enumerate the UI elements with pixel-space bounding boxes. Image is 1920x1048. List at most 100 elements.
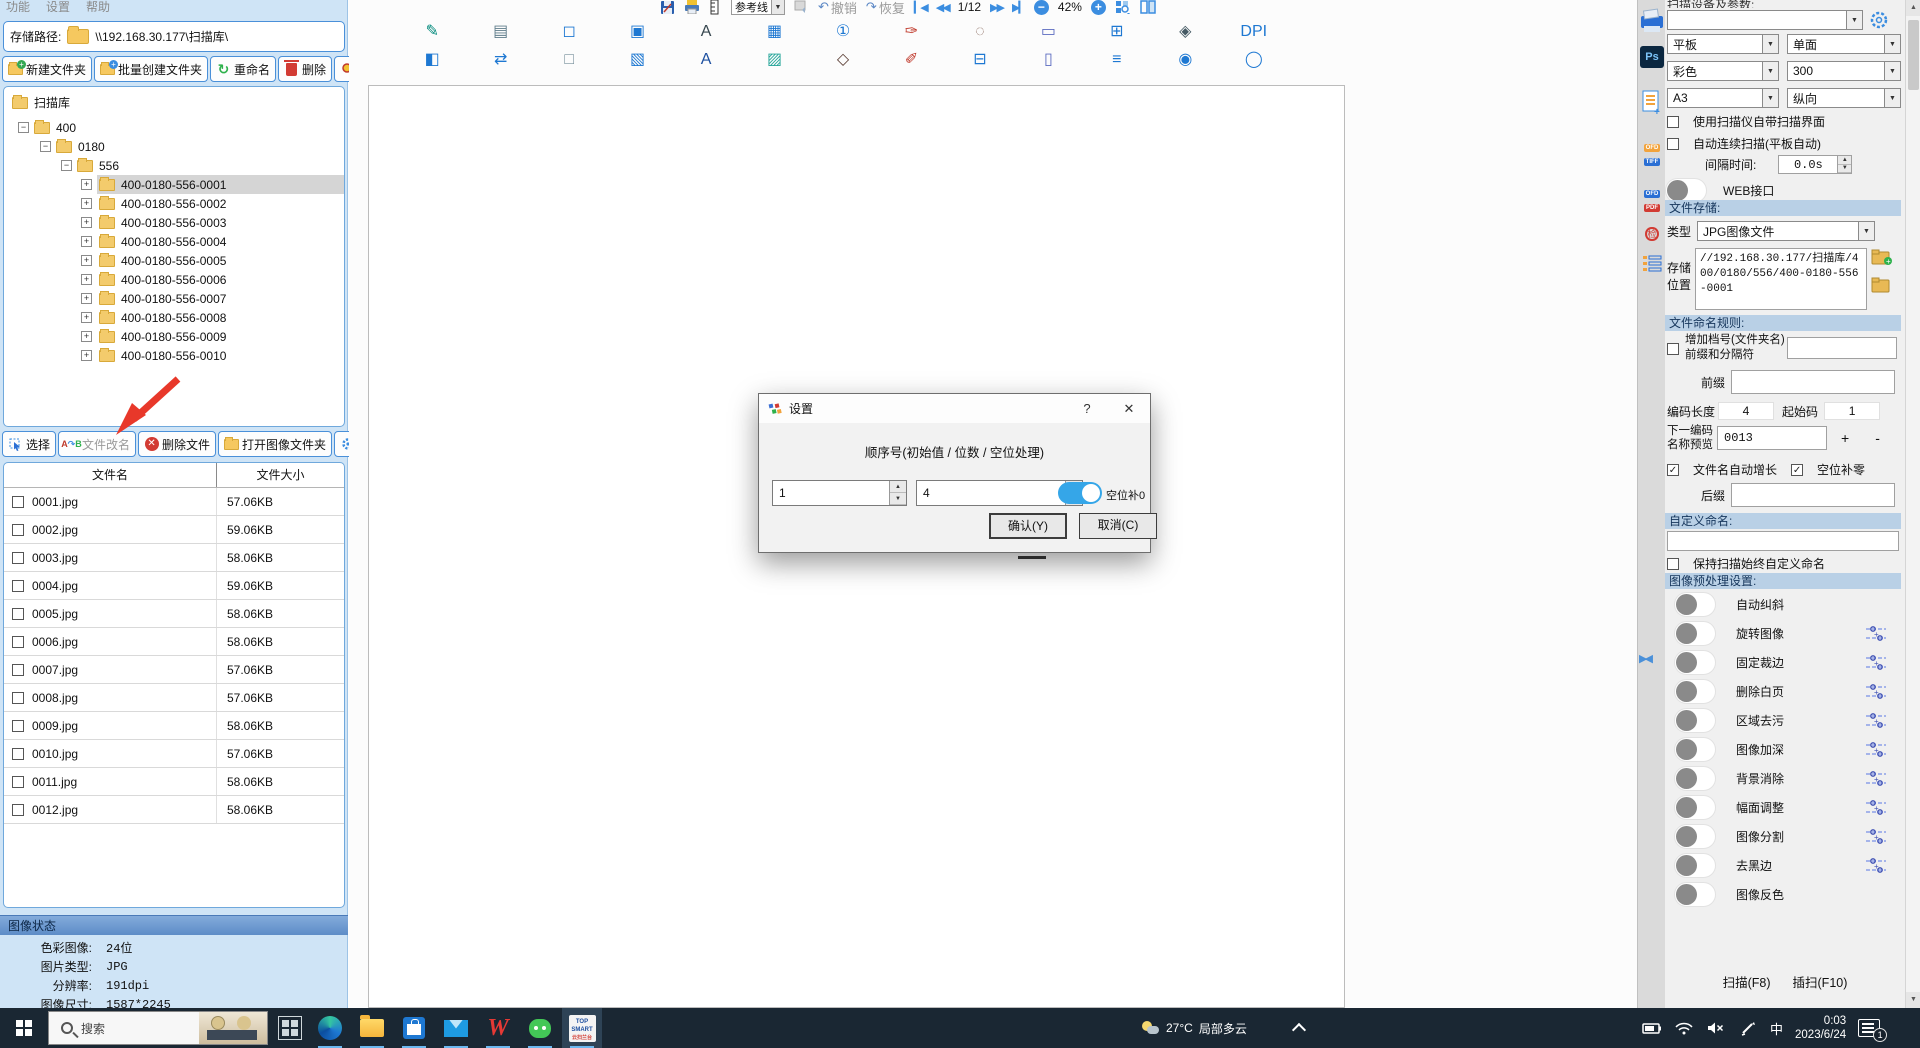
checkbox[interactable]: [1667, 558, 1679, 570]
collapse-icon[interactable]: −: [61, 160, 72, 171]
column-header-filesize[interactable]: 文件大小: [217, 463, 344, 488]
interval-spinner[interactable]: ▲▼: [1838, 155, 1852, 174]
rename-files-button[interactable]: A↷B 文件改名: [58, 431, 136, 457]
tree-item-0180[interactable]: − 0180: [4, 137, 344, 156]
device-settings-gear-icon[interactable]: [1869, 10, 1889, 33]
pad-zero-checkbox-row[interactable]: 空位补零: [1791, 461, 1865, 478]
insert-scan-button[interactable]: 插扫(F10): [1793, 972, 1848, 991]
rename-button[interactable]: 重命名: [210, 56, 276, 82]
tree-item[interactable]: + 400-0180-556-0006: [4, 270, 344, 289]
notification-center-icon[interactable]: 1: [1858, 1019, 1880, 1037]
undo-button[interactable]: ↶ 撤销: [818, 0, 857, 14]
export-button[interactable]: [794, 0, 809, 14]
taskbar-app-wps[interactable]: W: [478, 1008, 518, 1048]
row-checkbox[interactable]: [12, 608, 24, 620]
device-dropdown[interactable]: ▼: [1667, 10, 1863, 30]
page-number-icon[interactable]: ①: [836, 24, 850, 40]
paste-icon[interactable]: ▤: [493, 24, 508, 40]
row-checkbox[interactable]: [12, 664, 24, 676]
row-checkbox[interactable]: [12, 804, 24, 816]
print-button[interactable]: [684, 0, 700, 14]
table-row[interactable]: 0009.jpg 58.06KB: [4, 712, 344, 740]
storage-path-value[interactable]: \\192.168.30.177\扫描库\: [95, 28, 228, 45]
add-folder-icon[interactable]: +: [1871, 248, 1893, 269]
sliders-settings-icon[interactable]: +: [1865, 655, 1887, 674]
zoom-mode-button[interactable]: [1115, 0, 1131, 14]
table-row[interactable]: 0010.jpg 57.06KB: [4, 740, 344, 768]
file-type-dropdown[interactable]: JPG图像文件▼: [1697, 221, 1875, 241]
add-docno-checkbox[interactable]: [1667, 343, 1679, 355]
keep-custom-checkbox-row[interactable]: 保持扫描始终自定义命名: [1667, 555, 1907, 572]
table-row[interactable]: 0012.jpg 58.06KB: [4, 796, 344, 824]
row-checkbox[interactable]: [12, 552, 24, 564]
dialog-help-button[interactable]: ?: [1066, 394, 1108, 423]
image-adjust-icon[interactable]: ▣: [630, 24, 645, 40]
tree-item[interactable]: + 400-0180-556-0004: [4, 232, 344, 251]
expand-icon[interactable]: +: [81, 312, 92, 323]
row-checkbox[interactable]: [12, 720, 24, 732]
ime-indicator[interactable]: 中: [1770, 1019, 1783, 1038]
photo-icon[interactable]: ▧: [630, 52, 645, 68]
next-code-preview[interactable]: 0013: [1717, 426, 1827, 450]
sliders-settings-icon[interactable]: +: [1865, 742, 1887, 761]
table-row[interactable]: 0001.jpg 57.06KB: [4, 488, 344, 516]
row-checkbox[interactable]: [12, 524, 24, 536]
toggle-switch[interactable]: [1674, 882, 1716, 907]
stamp-icon[interactable]: ◈: [1179, 24, 1191, 40]
taskbar-app-store[interactable]: [394, 1008, 434, 1048]
delete-button[interactable]: 删除: [278, 56, 332, 82]
menu-help[interactable]: 帮助: [86, 0, 110, 12]
color-mode-dropdown[interactable]: 彩色▼: [1667, 61, 1779, 81]
zoom-out-button[interactable]: −: [1034, 0, 1049, 15]
row-checkbox[interactable]: [12, 748, 24, 760]
row-checkbox[interactable]: [12, 636, 24, 648]
row-checkbox[interactable]: [12, 496, 24, 508]
user-icon[interactable]: ◉: [1178, 52, 1192, 68]
expand-icon[interactable]: +: [81, 255, 92, 266]
scan-button[interactable]: 扫描(F8): [1723, 972, 1771, 991]
tree-item[interactable]: + 400-0180-556-0007: [4, 289, 344, 308]
select-area-icon[interactable]: ◻: [563, 24, 576, 40]
scrollbar-thumb[interactable]: [1908, 20, 1919, 90]
row-checkbox[interactable]: [12, 692, 24, 704]
image-insert-icon[interactable]: ▦: [767, 24, 782, 40]
checkbox-checked[interactable]: [1667, 464, 1679, 476]
last-page-button[interactable]: ▶▎: [1012, 0, 1025, 14]
storage-location-value[interactable]: //192.168.30.177/扫描库/400/0180/556/400-01…: [1695, 248, 1867, 310]
taskbar-app-wechat[interactable]: [520, 1008, 560, 1048]
hidden-icons-chevron[interactable]: [1294, 1022, 1304, 1032]
ruler-button[interactable]: [709, 0, 722, 14]
menu-settings[interactable]: 设置: [46, 0, 70, 12]
paper-size-dropdown[interactable]: A3▼: [1667, 88, 1779, 108]
collapse-icon[interactable]: −: [18, 122, 29, 133]
start-button[interactable]: [0, 1008, 48, 1048]
taskbar-app-file-explorer[interactable]: [352, 1008, 392, 1048]
previous-page-button[interactable]: ◀◀: [936, 0, 949, 14]
taskbar-app-edge[interactable]: [310, 1008, 350, 1048]
first-page-button[interactable]: ▎◀: [914, 0, 927, 14]
suffix-input[interactable]: [1731, 483, 1895, 507]
expand-icon[interactable]: +: [81, 350, 92, 361]
check-icon[interactable]: 检: [1640, 226, 1664, 243]
text-font-icon[interactable]: A: [701, 24, 712, 40]
tree-item[interactable]: + 400-0180-556-0010: [4, 346, 344, 365]
redact-pen-icon[interactable]: ✐: [905, 52, 918, 68]
search-highlight-image[interactable]: [199, 1012, 267, 1044]
cancel-button[interactable]: 取消(C): [1079, 513, 1157, 539]
dialog-close-button[interactable]: ✕: [1108, 394, 1150, 423]
taskbar-app-scan-active[interactable]: TOP SMART云扫兰台: [562, 1008, 602, 1048]
batch-create-folder-button[interactable]: + 批量创建文件夹: [94, 56, 208, 82]
tree-item[interactable]: + 400-0180-556-0003: [4, 213, 344, 232]
crop-box-icon[interactable]: ▭: [1041, 24, 1056, 40]
scroll-down-icon[interactable]: ▼: [1906, 992, 1920, 1008]
expand-icon[interactable]: +: [81, 236, 92, 247]
dpi-icon[interactable]: DPI: [1240, 24, 1267, 40]
row-checkbox[interactable]: [12, 776, 24, 788]
custom-name-input[interactable]: [1667, 531, 1899, 551]
delete-files-button[interactable]: 删除文件: [138, 431, 216, 457]
toggle-switch[interactable]: [1674, 650, 1716, 675]
sliders-settings-icon[interactable]: +: [1865, 858, 1887, 877]
pad-zero-toggle[interactable]: [1058, 482, 1102, 504]
split-pages-icon[interactable]: ≡: [1112, 52, 1121, 68]
scanner-ui-checkbox-row[interactable]: 使用扫描仪自带扫描界面: [1667, 113, 1907, 130]
